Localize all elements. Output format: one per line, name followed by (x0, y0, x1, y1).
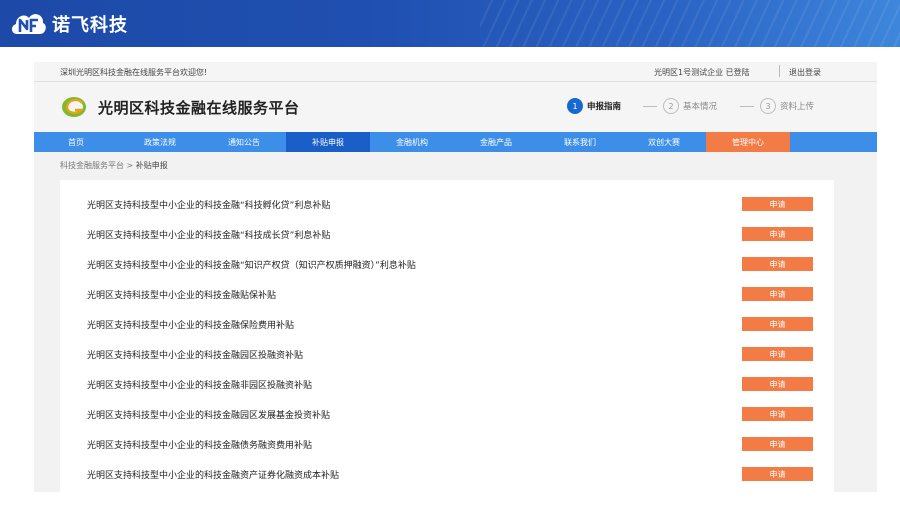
step-2: 2 基本情况 (663, 98, 717, 114)
list-item: 光明区支持科技型中小企业的科技金融资产证券化融资成本补贴 申请 (60, 460, 834, 490)
nav-item-competition[interactable]: 双创大赛 (622, 132, 706, 152)
step-1: 1 申报指南 (567, 98, 621, 114)
step-number: 2 (663, 98, 679, 114)
step-3: 3 资料上传 (760, 98, 814, 114)
subsidy-title[interactable]: 光明区支持科技型中小企业的科技金融园区发展基金投资补贴 (87, 408, 330, 421)
nav-item-subsidy-application[interactable]: 补贴申报 (286, 132, 370, 152)
breadcrumb-root[interactable]: 科技金融服务平台 (60, 161, 124, 170)
apply-button[interactable]: 申请 (742, 227, 813, 241)
breadcrumb-separator: > (126, 161, 134, 170)
apply-button[interactable]: 申请 (742, 317, 813, 331)
list-item: 光明区支持科技型中小企业的科技金融保险费用补贴 申请 (60, 310, 834, 340)
subsidy-list: 光明区支持科技型中小企业的科技金融“科技孵化贷”利息补贴 申请 光明区支持科技型… (60, 180, 834, 492)
list-item: 光明区支持科技型中小企业的科技金融非园区投融资补贴 申请 (60, 370, 834, 400)
top-bar: 深圳光明区科技金融在线服务平台欢迎您! 光明区1号测试企业 已登陆 退出登录 (34, 62, 877, 82)
list-item: 光明区支持科技型中小企业的科技金融“科技孵化贷”利息补贴 申请 (60, 190, 834, 220)
nav-item-management-center[interactable]: 管理中心 (706, 132, 790, 152)
apply-button[interactable]: 申请 (742, 407, 813, 421)
browser-content: 深圳光明区科技金融在线服务平台欢迎您! 光明区1号测试企业 已登陆 退出登录 光… (34, 62, 877, 492)
list-item: 光明区支持科技型中小企业的科技金融贴保补贴 申请 (60, 280, 834, 310)
nav-item-notices[interactable]: 通知公告 (202, 132, 286, 152)
step-connector (643, 106, 657, 107)
step-connector (740, 106, 754, 107)
list-item: 光明区支持科技型中小企业的科技金融“知识产权贷（知识产权质押融资）”利息补贴 申… (60, 250, 834, 280)
nav-item-policies[interactable]: 政策法规 (118, 132, 202, 152)
divider (779, 65, 780, 77)
subsidy-title[interactable]: 光明区支持科技型中小企业的科技金融资产证券化融资成本补贴 (87, 468, 339, 481)
apply-button[interactable]: 申请 (742, 437, 813, 451)
welcome-text: 深圳光明区科技金融在线服务平台欢迎您! (60, 68, 208, 77)
subsidy-title[interactable]: 光明区支持科技型中小企业的科技金融非园区投融资补贴 (87, 378, 312, 391)
apply-button[interactable]: 申请 (742, 197, 813, 211)
g-swirl-logo-icon[interactable] (61, 96, 87, 118)
list-item: 光明区支持科技型中小企业的科技金融债务融资费用补贴 申请 (60, 430, 834, 460)
step-label: 申报指南 (587, 102, 622, 112)
apply-button[interactable]: 申请 (742, 347, 813, 361)
step-label: 基本情况 (683, 102, 718, 112)
apply-button[interactable]: 申请 (742, 467, 813, 481)
company-banner: 诺飞科技 (0, 0, 900, 47)
list-item: 光明区支持科技型中小企业的科技金融“科技成长贷”利息补贴 申请 (60, 220, 834, 250)
nav-item-financial-institutions[interactable]: 金融机构 (370, 132, 454, 152)
site-header: 光明区科技金融在线服务平台 1 申报指南 2 基本情况 3 资料上传 (34, 82, 877, 133)
apply-button[interactable]: 申请 (742, 377, 813, 391)
subsidy-title[interactable]: 光明区支持科技型中小企业的科技金融保险费用补贴 (87, 318, 294, 331)
logged-in-user: 光明区1号测试企业 已登陆 (654, 68, 750, 77)
logout-link[interactable]: 退出登录 (789, 67, 821, 78)
list-item: 光明区支持科技型中小企业的科技金融园区发展基金投资补贴 申请 (60, 400, 834, 430)
breadcrumb-current: 补贴申报 (135, 161, 168, 170)
banner-decoration (480, 0, 900, 47)
nf-cloud-logo-icon (11, 14, 46, 34)
breadcrumb: 科技金融服务平台 > 补贴申报 (60, 160, 168, 171)
subsidy-title[interactable]: 光明区支持科技型中小企业的科技金融“科技孵化贷”利息补贴 (87, 198, 330, 211)
apply-button[interactable]: 申请 (742, 257, 813, 271)
main-nav: 首页 政策法规 通知公告 补贴申报 金融机构 金融产品 联系我们 双创大赛 管理… (34, 132, 877, 152)
nav-item-financial-products[interactable]: 金融产品 (454, 132, 538, 152)
step-label: 资料上传 (780, 102, 815, 112)
subsidy-title[interactable]: 光明区支持科技型中小企业的科技金融债务融资费用补贴 (87, 438, 312, 451)
subsidy-title[interactable]: 光明区支持科技型中小企业的科技金融园区投融资补贴 (87, 348, 303, 361)
site-title: 光明区科技金融在线服务平台 (98, 99, 300, 117)
subsidy-title[interactable]: 光明区支持科技型中小企业的科技金融“科技成长贷”利息补贴 (87, 228, 330, 241)
step-number: 3 (760, 98, 776, 114)
subsidy-title[interactable]: 光明区支持科技型中小企业的科技金融“知识产权贷（知识产权质押融资）”利息补贴 (87, 258, 416, 271)
subsidy-title[interactable]: 光明区支持科技型中小企业的科技金融贴保补贴 (87, 288, 276, 301)
company-name: 诺飞科技 (52, 15, 128, 36)
step-number: 1 (567, 98, 583, 114)
apply-button[interactable]: 申请 (742, 287, 813, 301)
nav-item-home[interactable]: 首页 (34, 132, 118, 152)
nav-item-contact-us[interactable]: 联系我们 (538, 132, 622, 152)
list-item: 光明区支持科技型中小企业的科技金融园区投融资补贴 申请 (60, 340, 834, 370)
